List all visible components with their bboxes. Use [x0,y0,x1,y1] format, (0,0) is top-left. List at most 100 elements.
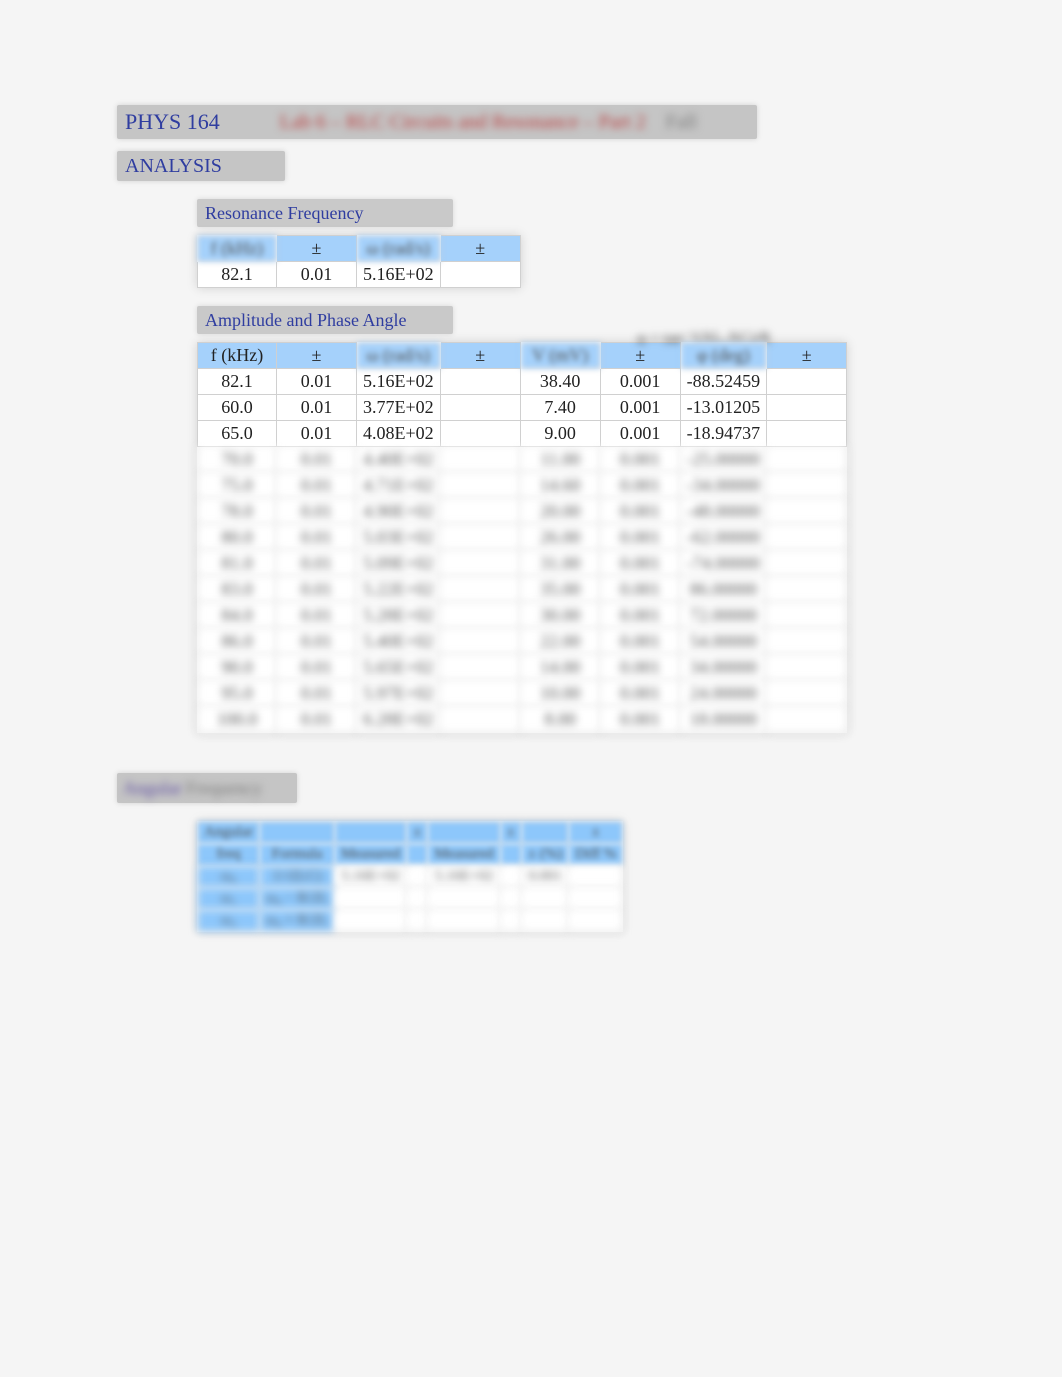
analysis-label: ANALYSIS [125,155,222,178]
cell [441,369,521,395]
cell: 4.71E+02 [357,473,441,499]
cell: 20.00 [521,499,601,525]
course-code: PHYS 164 [125,109,220,135]
cell [501,888,522,910]
table-row: 100.00.016.28E+028.000.00118.00000 [197,707,847,733]
col-header: ω (rad/s) [357,235,441,262]
cell: ω₀ − R/2L [260,888,335,910]
cell: 7.40 [521,395,601,421]
col-header: ± [441,235,521,262]
cell: 14.60 [521,473,601,499]
cell [767,525,847,551]
table-row: 82.10.015.16E+0238.400.001-88.52459 [197,369,847,395]
cell: -62.00000 [681,525,768,551]
resonance-title: Resonance Frequency [205,203,363,224]
cell [501,866,522,888]
cell [441,395,521,421]
cell: 0.001 [601,421,681,447]
col-header: ± [767,342,847,369]
cell [767,499,847,525]
cell: 0.001 [601,395,681,421]
amplitude-table: f (kHz) ± ω (rad/s) ± V (mV) ± φ (deg) ±… [197,342,847,733]
lab-title-blur: Lab 6 – RLC Circuits and Resonance – Par… [280,111,646,134]
cell: 4.08E+02 [357,421,441,447]
cell [441,473,521,499]
cell [441,603,521,629]
table-row: 86.00.015.40E+0222.000.00154.00000 [197,629,847,655]
cell [501,910,522,932]
cell [522,910,569,932]
col-header: Angular [197,821,260,844]
cell [441,525,521,551]
cell: 0.001 [601,499,681,525]
cell: -18.94737 [681,421,768,447]
cell: 0.001 [601,681,681,707]
cell: 60.0 [197,395,277,421]
cell: 5.97E+02 [357,681,441,707]
cell [569,910,623,932]
cell: 0.01 [277,421,357,447]
table-row: 90.00.015.65E+0214.000.00134.00000 [197,655,847,681]
cell: 0.001 [601,369,681,395]
table-row: 81.00.015.09E+0231.000.001-74.00000 [197,551,847,577]
cell [407,910,428,932]
cell: 80.0 [197,525,277,551]
cell: 95.0 [197,681,277,707]
cell: 84.0 [197,603,277,629]
table-row: 83.00.015.22E+0235.000.00186.00000 [197,577,847,603]
cell: 5.16E+02 [428,866,500,888]
cell: 86.0 [197,629,277,655]
cell [767,629,847,655]
cell [407,888,428,910]
table-row: f (kHz) ± ω (rad/s) ± V (mV) ± φ (deg) ± [197,342,847,369]
cell: 0.001 [601,551,681,577]
table-row: 60.00.013.77E+027.400.001-13.01205 [197,395,847,421]
cell: 75.0 [197,473,277,499]
table-row: f (kHz) ± ω (rad/s) ± [197,235,521,262]
cell: 5.22E+02 [357,577,441,603]
cell [428,888,500,910]
cell: 0.01 [277,473,357,499]
cell: 90.0 [197,655,277,681]
col-header: Diff % [569,844,623,866]
cell [407,866,428,888]
cell [767,603,847,629]
term-blur: Fall [666,111,697,134]
cell: 5.40E+02 [357,629,441,655]
cell: 0.01 [277,525,357,551]
cell: 65.0 [197,421,277,447]
table-row: ω₀1/√(LC)5.16E+025.16E+020.001 [197,866,623,888]
col-header: f (kHz) [197,342,277,369]
col-header: ± [501,821,522,844]
cell: 0.001 [601,473,681,499]
amplitude-subheader: Amplitude and Phase Angle [197,306,453,334]
cell: -48.00000 [681,499,768,525]
table-row: ω₂ω₀ + R/2L [197,910,623,932]
cell: 5.16E+02 [357,262,441,288]
cell [569,888,623,910]
cell: 4.90E+02 [357,499,441,525]
cell: -25.00000 [681,447,768,473]
cell: 26.00 [521,525,601,551]
table-row: 82.1 0.01 5.16E+02 [197,262,521,288]
angular-header: Angular Frequency [117,773,297,803]
col-header: f (kHz) [197,235,277,262]
col-header: freq [197,844,260,866]
cell: 24.00000 [681,681,768,707]
table-row: 65.00.014.08E+02 9.000.001-18.94737 [197,421,847,447]
col-header: ± [277,342,357,369]
cell [767,421,847,447]
cell: 0.01 [277,447,357,473]
cell [569,866,623,888]
cell: -13.01205 [681,395,768,421]
cell: 9.00 [521,421,601,447]
col-header: φ (deg) [681,342,768,369]
col-header: ω (rad/s) [357,342,441,369]
cell [335,888,407,910]
resonance-table: f (kHz) ± ω (rad/s) ± 82.1 0.01 5.16E+02 [197,235,521,288]
table-row: 75.00.014.71E+0214.600.001-34.00000 [197,473,847,499]
cell: -74.00000 [681,551,768,577]
cell: 82.1 [197,262,277,288]
cell [767,369,847,395]
cell [441,707,521,733]
